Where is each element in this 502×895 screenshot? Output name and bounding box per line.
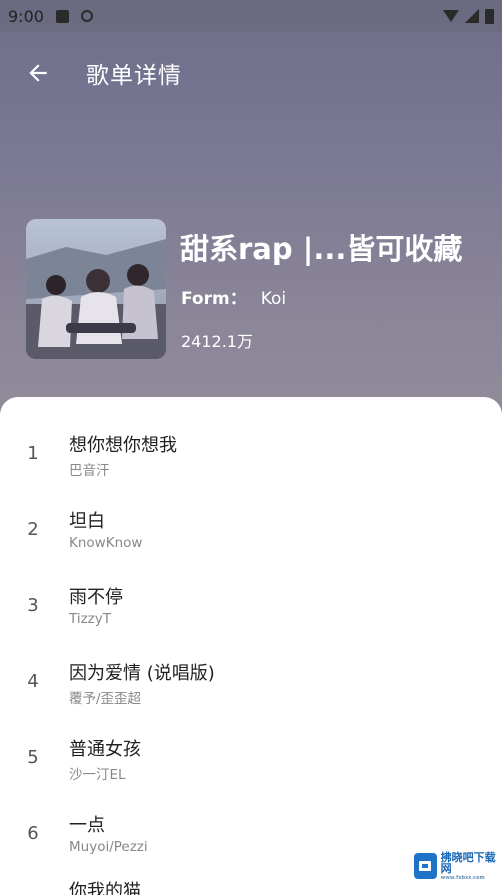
song-index: 6 (27, 823, 39, 844)
song-row[interactable]: 5 普通女孩 沙一汀EL (0, 725, 502, 797)
song-row[interactable]: 4 因为爱情 (说唱版) 覆予/歪歪超 (0, 649, 502, 721)
song-row[interactable]: 3 雨不停 TizzyT (0, 573, 502, 645)
arrow-left-icon (29, 64, 47, 82)
creator-info: Form： Koi (181, 284, 286, 309)
song-list: 1 想你想你想我 巴音汗 2 坦白 KnowKnow 3 雨不停 TizzyT … (0, 397, 502, 895)
toolbar: 歌单详情 (0, 40, 502, 106)
song-artist: 沙一汀EL (69, 767, 126, 783)
song-name: 普通女孩 (69, 739, 141, 760)
sync-icon (80, 10, 93, 22)
page-title: 歌单详情 (86, 63, 182, 89)
song-index: 3 (27, 595, 39, 616)
battery-icon (485, 8, 494, 24)
signal-icon (465, 9, 479, 23)
song-name: 想你想你想我 (69, 435, 177, 456)
watermark: 拂晓吧下载网 www.fxbxz.com (414, 851, 498, 881)
song-name: 因为爱情 (说唱版) (69, 663, 215, 684)
watermark-title: 拂晓吧下载网 (440, 850, 496, 875)
creator-label: Form： (181, 289, 247, 309)
creator-name[interactable]: Koi (261, 289, 286, 309)
song-row[interactable]: 2 坦白 KnowKnow (0, 497, 502, 569)
playlist-title: 甜系rap |...皆可收藏 (180, 232, 463, 266)
song-name: 你我的猫 (69, 881, 141, 895)
song-row[interactable]: 1 想你想你想我 巴音汗 (0, 421, 502, 493)
header-background: 9:00 歌单详情 甜系rap |...皆可收藏 Form： Koi 2412.… (0, 0, 502, 430)
back-button[interactable] (14, 49, 62, 97)
song-index: 5 (27, 747, 39, 768)
playlist-cover[interactable] (26, 219, 166, 359)
play-count: 2412.1万 (181, 332, 253, 351)
watermark-url: www.fxbxz.com (440, 874, 485, 881)
song-name: 坦白 (69, 511, 105, 532)
song-index: 2 (27, 519, 39, 540)
song-artist: Muyoi/Pezzi (69, 839, 148, 855)
cover-image (26, 219, 166, 359)
wifi-icon (443, 10, 459, 22)
watermark-text: 拂晓吧下载网 www.fxbxz.com (441, 852, 498, 881)
song-artist: KnowKnow (69, 535, 143, 551)
song-index: 1 (27, 443, 39, 464)
song-name: 雨不停 (69, 587, 123, 608)
status-bar: 9:00 (0, 0, 502, 32)
song-artist: 巴音汗 (69, 463, 110, 479)
song-name: 一点 (69, 815, 105, 836)
song-artist: TizzyT (69, 611, 111, 627)
notification-icon (55, 9, 69, 23)
song-artist: 覆予/歪歪超 (69, 691, 142, 707)
watermark-logo-icon (414, 853, 437, 879)
song-index: 4 (27, 671, 39, 692)
status-time: 9:00 (8, 6, 44, 26)
